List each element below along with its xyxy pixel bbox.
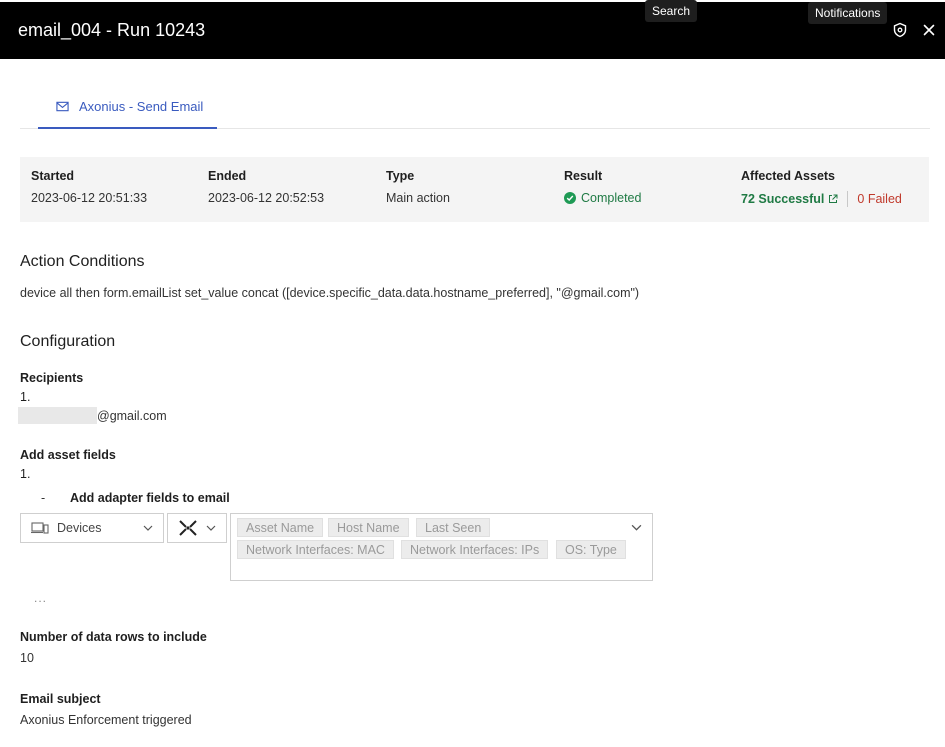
ended-value: 2023-06-12 20:52:53: [208, 191, 325, 205]
asset-fields-label: Add asset fields: [20, 448, 116, 462]
masked-recipient: [18, 407, 97, 424]
configuration-title: Configuration: [20, 333, 116, 350]
recipients-label: Recipients: [20, 371, 84, 385]
close-icon[interactable]: [921, 22, 937, 38]
result-value: Completed: [581, 191, 642, 205]
check-circle-icon: [564, 192, 576, 204]
adapter-fields-select[interactable]: Asset Name Host Name Last Seen Network I…: [230, 513, 653, 581]
adapter-dropdown[interactable]: [167, 513, 227, 543]
asset-fields-index: 1.: [20, 467, 31, 481]
subject-value: Axonius Enforcement triggered: [20, 713, 192, 727]
field-chip[interactable]: Last Seen: [416, 518, 491, 537]
search-tooltip: Search: [645, 0, 698, 22]
field-chip[interactable]: OS: Type: [556, 540, 626, 559]
modal-header: email_004 - Run 10243: [0, 2, 945, 59]
assets-values: 72 Successful 0 Failed: [741, 191, 902, 207]
type-column: Type Main action: [386, 169, 450, 205]
adapter-bullet: -: [41, 491, 46, 505]
tab-label: Axonius - Send Email: [79, 99, 204, 114]
external-link-icon: [829, 194, 838, 203]
envelope-icon: [56, 101, 69, 112]
type-value: Main action: [386, 191, 450, 205]
action-conditions-title: Action Conditions: [20, 253, 145, 270]
successful-count: 72 Successful: [741, 192, 825, 206]
field-chip[interactable]: Network Interfaces: IPs: [401, 540, 549, 559]
rows-value: 10: [20, 651, 34, 665]
adapter-icon: [179, 520, 197, 536]
result-column: Result Completed: [564, 169, 641, 205]
recipients-index: 1.: [20, 390, 31, 404]
field-chip[interactable]: Host Name: [328, 518, 409, 537]
action-conditions-text: device all then form.emailList set_value…: [20, 286, 640, 300]
recipient-suffix: @gmail.com: [97, 409, 167, 423]
result-label: Result: [564, 169, 603, 183]
entity-dropdown[interactable]: Devices: [20, 513, 164, 543]
notifications-tooltip: Notifications: [808, 2, 888, 24]
run-title: email_004 - Run 10243: [18, 20, 206, 40]
affected-assets-column: Affected Assets 72 Successful 0 Failed: [741, 169, 902, 207]
run-summary: Started 2023-06-12 20:51:33 Ended 2023-0…: [20, 157, 929, 222]
entity-dropdown-value: Devices: [57, 521, 102, 535]
successful-assets-link[interactable]: 72 Successful: [741, 192, 838, 206]
more-indicator: ...: [34, 591, 48, 605]
divider: [847, 191, 849, 207]
adapter-fields-label: Add adapter fields to email: [70, 491, 230, 505]
field-chip[interactable]: Network Interfaces: MAC: [237, 540, 394, 559]
field-chip[interactable]: Asset Name: [237, 518, 324, 537]
started-label: Started: [31, 169, 75, 183]
rows-label: Number of data rows to include: [20, 630, 207, 644]
action-tabs: Axonius - Send Email: [20, 86, 930, 129]
ended-column: Ended 2023-06-12 20:52:53: [208, 169, 324, 205]
shield-settings-icon[interactable]: [892, 22, 908, 38]
type-label: Type: [386, 169, 415, 183]
subject-label: Email subject: [20, 692, 101, 706]
started-value: 2023-06-12 20:51:33: [31, 191, 148, 205]
ended-label: Ended: [208, 169, 247, 183]
chevron-down-icon: [143, 525, 153, 531]
tab-send-email[interactable]: Axonius - Send Email: [38, 86, 218, 129]
devices-icon: [31, 522, 49, 534]
chevron-down-icon[interactable]: [631, 522, 642, 533]
started-column: Started 2023-06-12 20:51:33: [31, 169, 147, 205]
result-status: Completed: [564, 191, 641, 205]
assets-label: Affected Assets: [741, 169, 836, 183]
failed-assets-link[interactable]: 0 Failed: [857, 192, 901, 206]
chevron-down-icon: [206, 525, 216, 531]
